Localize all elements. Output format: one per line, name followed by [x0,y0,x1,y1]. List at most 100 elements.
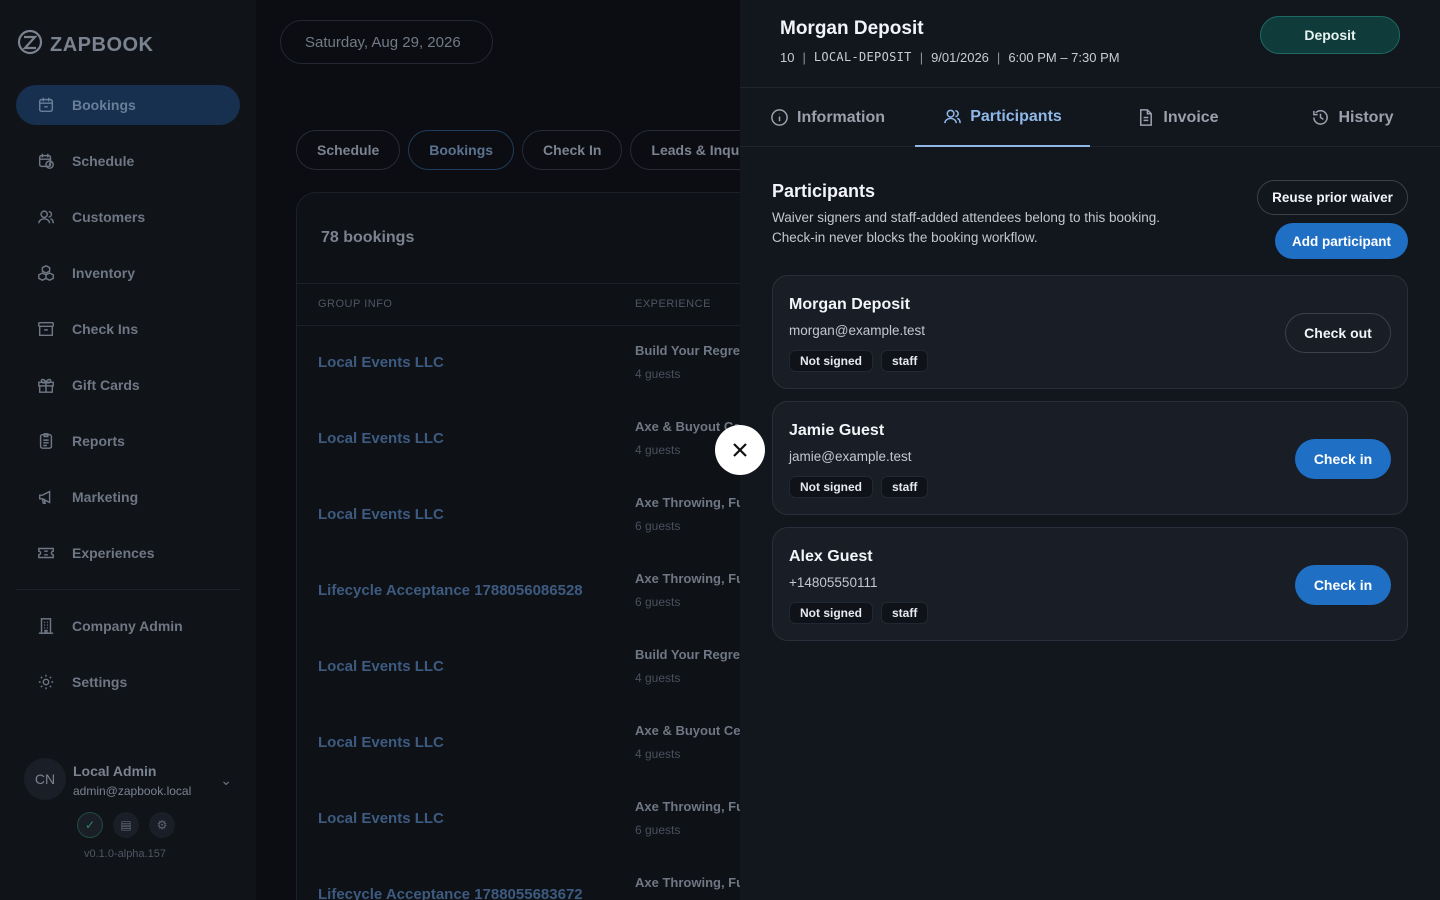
check-out-button[interactable]: Check out [1285,313,1391,353]
sidebar-item-reports[interactable]: Reports [16,421,240,461]
sidebar-item-check-ins[interactable]: Check Ins [16,309,240,349]
app-version: v0.1.0-alpha.157 [84,848,166,860]
participants-description-line: Waiver signers and staff-added attendees… [772,210,1160,225]
app-logo[interactable]: ZAPBOOK [16,28,154,62]
guest-count: 4 guests [635,747,681,761]
sidebar-item-schedule[interactable]: Schedule [16,141,240,181]
status-indicators: ✓ ▤ ⚙ [77,812,175,838]
participant-badges: Not signed staff [789,350,929,372]
sidebar-item-bookings[interactable]: Bookings [16,85,240,125]
tab-participants[interactable]: Participants [915,88,1090,147]
booking-time: 6:00 PM – 7:30 PM [1008,50,1120,65]
sidebar-item-inventory[interactable]: Inventory [16,253,240,293]
group-name[interactable]: Local Events LLC [318,430,444,447]
sidebar-item-label: Marketing [72,489,139,505]
table-row[interactable]: Local Events LLC Build Your Regret 4 guest… [297,630,765,706]
check-in-button[interactable]: Check in [1295,565,1391,605]
tab-label: History [1338,108,1394,126]
group-name[interactable]: Local Events LLC [318,734,444,751]
avatar[interactable]: CN [24,758,66,800]
participants-description: Waiver signers and staff-added attendees… [772,208,1212,248]
sidebar-item-label: Reports [72,433,125,449]
info-icon [771,109,788,126]
gift-icon [36,375,56,395]
sidebar-item-company-admin[interactable]: Company Admin [16,606,240,646]
experience-name: Axe & Buyout Ce [635,723,741,738]
tab-schedule[interactable]: Schedule [296,130,401,170]
sidebar-item-experiences[interactable]: Experiences [16,533,240,573]
close-icon [733,443,747,457]
tab-information[interactable]: Information [740,88,915,147]
building-icon [36,616,56,636]
sidebar: ZAPBOOK Bookings Schedule Customers Inve… [0,0,256,900]
printer-icon[interactable]: ▤ [113,812,139,838]
table-row[interactable]: Local Events LLC Build Your Regret 4 guest… [297,326,765,402]
experience-name: Axe Throwing, Fu [635,571,745,586]
deposit-status-button[interactable]: Deposit [1260,16,1400,54]
add-participant-button[interactable]: Add participant [1275,223,1408,259]
booking-title: Morgan Deposit [780,18,924,39]
sidebar-item-label: Settings [72,674,128,690]
boxes-icon [36,263,56,283]
participant-contact: jamie@example.test [789,449,912,464]
user-name: Local Admin [73,763,157,779]
participant-name: Morgan Deposit [789,296,910,313]
tab-history[interactable]: History [1265,88,1440,147]
chevron-down-icon[interactable]: ⌄ [220,772,232,789]
close-drawer-button[interactable] [715,425,765,475]
waiver-status-badge: Not signed [789,476,873,498]
sidebar-nav: Bookings Schedule Customers Inventory Ch… [16,85,240,718]
calendar-clock-icon [36,151,56,171]
sidebar-item-label: Customers [72,209,146,225]
user-email: admin@zapbook.local [73,784,192,798]
tab-bookings[interactable]: Bookings [408,130,515,170]
table-row[interactable]: Lifecycle Acceptance 1788056086528 Axe Th… [297,554,765,630]
date-picker[interactable]: Saturday, Aug 29, 2026 [280,20,493,64]
booking-date: 9/01/2026 [931,50,989,65]
tab-label: Invoice [1163,108,1219,126]
experience-name: Axe Throwing, Fu [635,875,745,890]
guest-count: 4 guests [635,443,681,457]
sidebar-item-label: Company Admin [72,618,183,634]
sidebar-item-gift-cards[interactable]: Gift Cards [16,365,240,405]
bug-icon[interactable]: ⚙ [149,812,175,838]
table-row[interactable]: Local Events LLC Axe Throwing, Fu 6 guests [297,478,765,554]
calendar-icon [36,95,56,115]
participant-name: Jamie Guest [789,422,885,439]
zapbook-logo-icon [16,28,44,62]
check-status-icon[interactable]: ✓ [77,812,103,838]
table-row[interactable]: Local Events LLC Axe Throwing, Fu 6 guests [297,782,765,858]
main-tabs: Schedule Bookings Check In Leads & Inqui… [296,130,790,170]
sidebar-item-marketing[interactable]: Marketing [16,477,240,517]
group-name[interactable]: Lifecycle Acceptance 1788055683672 [318,886,583,900]
group-name[interactable]: Local Events LLC [318,810,444,827]
table-row[interactable]: Local Events LLC Axe & Buyout Ce 4 guests [297,706,765,782]
check-in-button[interactable]: Check in [1295,439,1391,479]
experience-name: Build Your Regret [635,647,745,662]
sidebar-item-label: Gift Cards [72,377,140,393]
tab-invoice[interactable]: Invoice [1090,88,1265,147]
sidebar-item-label: Inventory [72,265,136,281]
meta-separator: | [802,50,806,65]
column-header-group-info: GROUP INFO [318,298,393,310]
group-name[interactable]: Local Events LLC [318,506,444,523]
group-name[interactable]: Lifecycle Acceptance 1788056086528 [318,582,583,599]
table-row[interactable]: Lifecycle Acceptance 1788055683672 Axe Th… [297,858,765,900]
tab-check-in[interactable]: Check In [522,130,623,170]
gear-icon [36,672,56,692]
megaphone-icon [36,487,56,507]
participant-badges: Not signed staff [789,476,929,498]
participant-contact: morgan@example.test [789,323,926,338]
sidebar-item-settings[interactable]: Settings [16,662,240,702]
role-badge: staff [881,476,929,498]
participant-card: Alex Guest +14805550111 Not signed staff Che… [772,527,1408,641]
role-badge: staff [881,602,929,624]
group-name[interactable]: Local Events LLC [318,354,444,371]
reuse-prior-waiver-button[interactable]: Reuse prior waiver [1257,180,1408,215]
sidebar-item-label: Experiences [72,545,155,561]
meta-separator: | [996,50,1001,65]
column-header-experience: EXPERIENCE [635,298,711,310]
sidebar-item-customers[interactable]: Customers [16,197,240,237]
table-row[interactable]: Local Events LLC Axe & Buyout Ce 4 guests [297,402,765,478]
group-name[interactable]: Local Events LLC [318,658,444,675]
